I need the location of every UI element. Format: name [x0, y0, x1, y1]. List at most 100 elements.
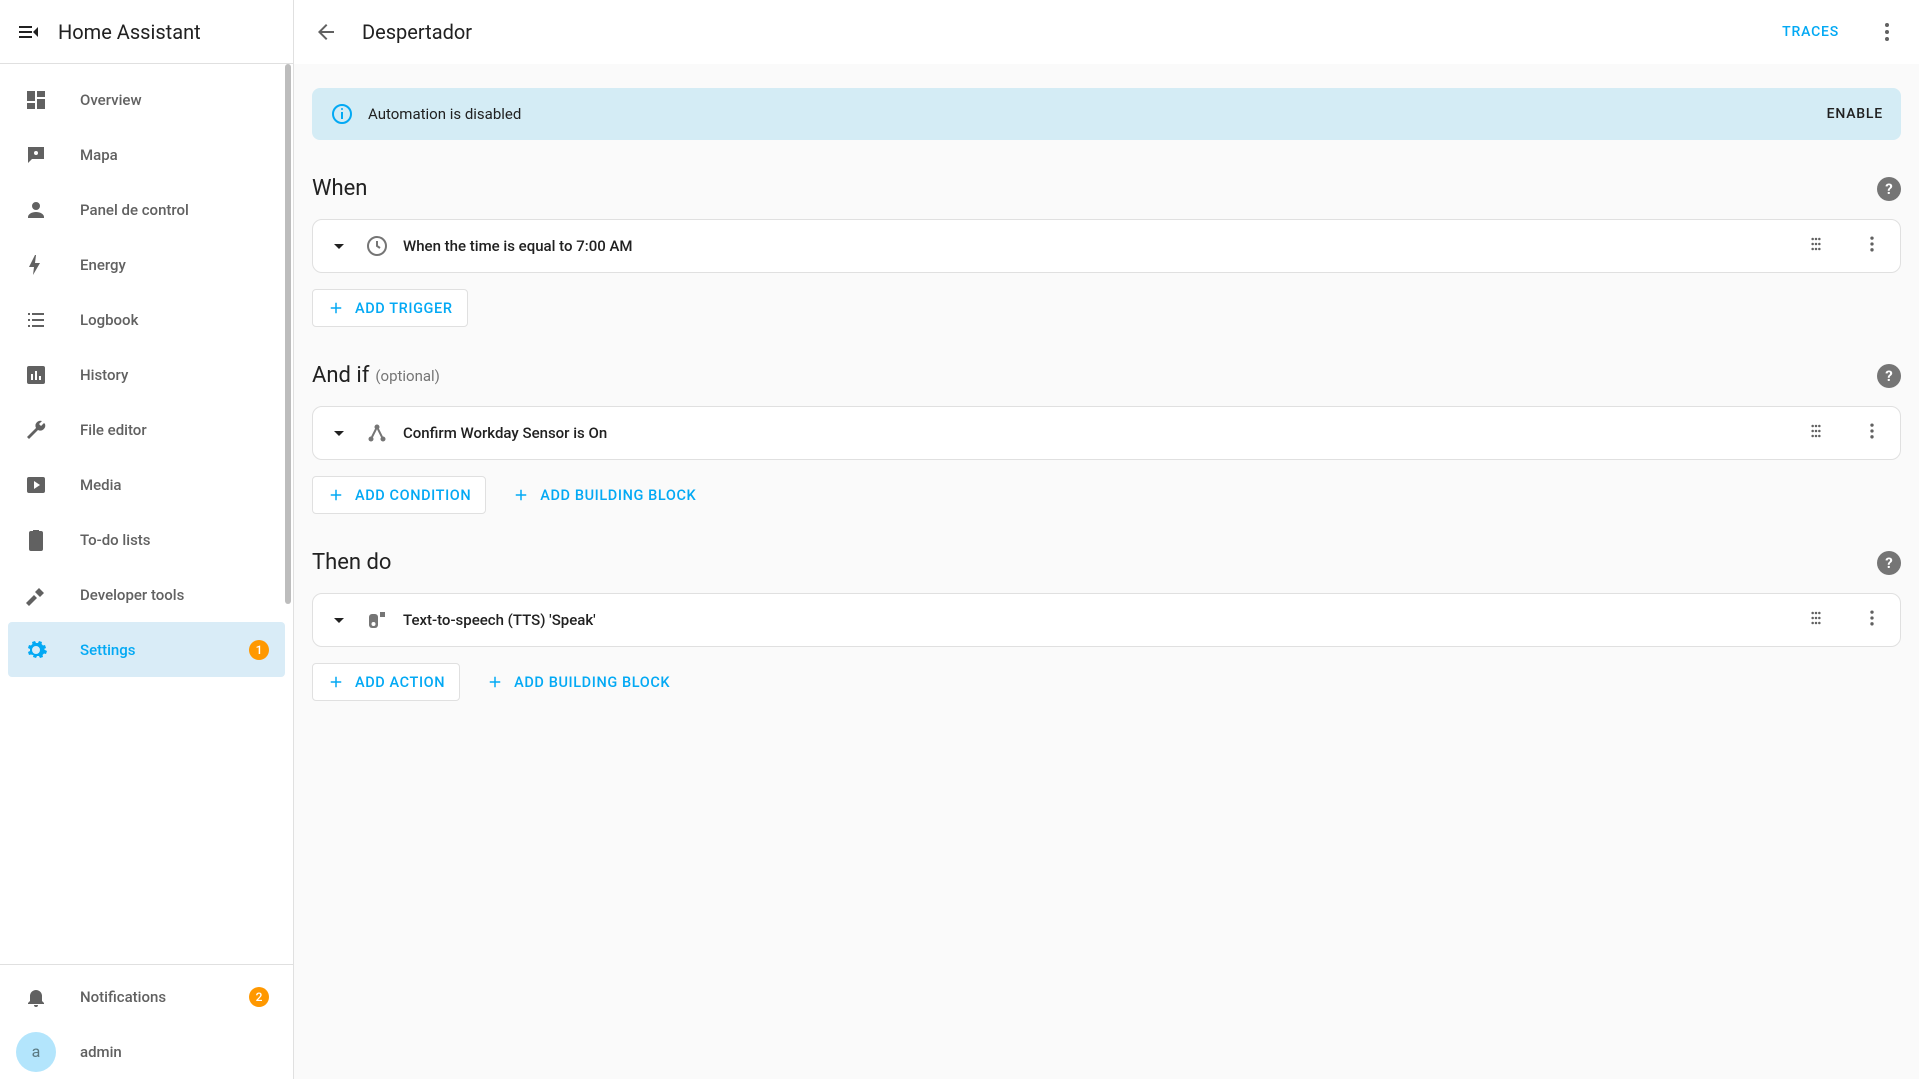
sidebar-item-history[interactable]: History: [8, 347, 285, 402]
sidebar-item-notifications[interactable]: Notifications 2: [8, 969, 285, 1024]
sidebar-item-label: Developer tools: [80, 586, 269, 604]
sidebar-item-logbook[interactable]: Logbook: [8, 292, 285, 347]
main: Despertador TRACES Automation is disable…: [294, 0, 1919, 1079]
user-label: admin: [80, 1043, 269, 1061]
person-icon: [24, 198, 48, 222]
sidebar-item-mapa[interactable]: Mapa: [8, 127, 285, 182]
button-row: ADD ACTION ADD BUILDING BLOCK: [312, 663, 1901, 701]
sidebar-footer: Notifications 2 a admin: [0, 964, 293, 1079]
section-title: And if: [312, 363, 369, 388]
banner-text: Automation is disabled: [368, 105, 1813, 123]
condition-card: Confirm Workday Sensor is On: [312, 406, 1901, 460]
section-header: When ?: [312, 176, 1901, 201]
section-andif: And if (optional) ? Confirm Workday Sens…: [312, 363, 1901, 514]
sidebar-item-label: File editor: [80, 421, 269, 439]
back-icon[interactable]: [314, 20, 338, 44]
help-icon[interactable]: ?: [1877, 364, 1901, 388]
wrench-icon: [24, 418, 48, 442]
sidebar-item-label: Media: [80, 476, 269, 494]
main-header: Despertador TRACES: [294, 0, 1919, 64]
main-content: Automation is disabled ENABLE When ? Whe…: [294, 64, 1919, 1079]
sidebar-item-todo[interactable]: To-do lists: [8, 512, 285, 567]
chart-icon: [24, 363, 48, 387]
sidebar-item-overview[interactable]: Overview: [8, 72, 285, 127]
add-building-block-button[interactable]: ADD BUILDING BLOCK: [498, 476, 710, 514]
sidebar-item-file-editor[interactable]: File editor: [8, 402, 285, 457]
drag-handle-icon[interactable]: [1806, 421, 1830, 445]
button-row: ADD TRIGGER: [312, 289, 1901, 327]
sidebar-item-label: Overview: [80, 91, 269, 109]
map-marker-icon: [24, 143, 48, 167]
help-icon[interactable]: ?: [1877, 177, 1901, 201]
gear-icon: [24, 638, 48, 662]
traces-link[interactable]: TRACES: [1782, 24, 1839, 40]
app-title: Home Assistant: [58, 20, 201, 44]
play-box-icon: [24, 473, 48, 497]
plus-icon: [327, 673, 345, 691]
add-condition-button[interactable]: ADD CONDITION: [312, 476, 486, 514]
section-thendo: Then do ? Text-to-speech (TTS) 'Speak' A…: [312, 550, 1901, 701]
condition-label: Confirm Workday Sensor is On: [403, 424, 1774, 442]
menu-collapse-icon[interactable]: [16, 20, 40, 44]
trigger-card: When the time is equal to 7:00 AM: [312, 219, 1901, 273]
sidebar-item-label: Settings: [80, 641, 217, 659]
plus-icon: [512, 486, 530, 504]
sidebar-item-settings[interactable]: Settings 1: [8, 622, 285, 677]
sidebar-item-energy[interactable]: Energy: [8, 237, 285, 292]
plus-icon: [327, 486, 345, 504]
button-row: ADD CONDITION ADD BUILDING BLOCK: [312, 476, 1901, 514]
sidebar-item-developer[interactable]: Developer tools: [8, 567, 285, 622]
sidebar-item-user[interactable]: a admin: [8, 1024, 285, 1079]
dashboard-icon: [24, 88, 48, 112]
clipboard-icon: [24, 528, 48, 552]
chevron-down-icon[interactable]: [327, 234, 351, 258]
chevron-down-icon[interactable]: [327, 421, 351, 445]
enable-button[interactable]: ENABLE: [1827, 106, 1883, 122]
info-icon: [330, 102, 354, 126]
bolt-icon: [24, 253, 48, 277]
drag-handle-icon[interactable]: [1806, 234, 1830, 258]
add-trigger-button[interactable]: ADD TRIGGER: [312, 289, 468, 327]
page-title: Despertador: [362, 20, 1758, 44]
action-card: Text-to-speech (TTS) 'Speak': [312, 593, 1901, 647]
help-icon[interactable]: ?: [1877, 551, 1901, 575]
sidebar-item-label: Logbook: [80, 311, 269, 329]
drag-handle-icon[interactable]: [1806, 608, 1830, 632]
action-label: Text-to-speech (TTS) 'Speak': [403, 611, 1774, 629]
button-label: ADD ACTION: [355, 674, 445, 691]
section-header: And if (optional) ?: [312, 363, 1901, 388]
add-building-block-button[interactable]: ADD BUILDING BLOCK: [472, 663, 684, 701]
more-icon[interactable]: [1862, 608, 1886, 632]
clock-icon: [365, 234, 389, 258]
badge: 2: [249, 987, 269, 1007]
sidebar-item-label: To-do lists: [80, 531, 269, 549]
section-when: When ? When the time is equal to 7:00 AM…: [312, 176, 1901, 327]
section-title: When: [312, 176, 367, 201]
chevron-down-icon[interactable]: [327, 608, 351, 632]
sidebar-item-media[interactable]: Media: [8, 457, 285, 512]
info-banner: Automation is disabled ENABLE: [312, 88, 1901, 140]
more-icon[interactable]: [1862, 234, 1886, 258]
plus-icon: [327, 299, 345, 317]
more-icon[interactable]: [1862, 421, 1886, 445]
bell-icon: [24, 985, 48, 1009]
sidebar-item-label: Mapa: [80, 146, 269, 164]
button-label: ADD BUILDING BLOCK: [514, 674, 670, 691]
hammer-icon: [24, 583, 48, 607]
badge: 1: [249, 640, 269, 660]
plus-icon: [486, 673, 504, 691]
scrollbar[interactable]: [283, 64, 291, 964]
button-label: ADD TRIGGER: [355, 300, 453, 317]
sidebar-item-label: Panel de control: [80, 201, 269, 219]
sidebar-item-panel[interactable]: Panel de control: [8, 182, 285, 237]
sidebar-item-label: History: [80, 366, 269, 384]
sidebar-item-label: Energy: [80, 256, 269, 274]
trigger-label: When the time is equal to 7:00 AM: [403, 237, 1774, 255]
sidebar-nav: Overview Mapa Panel de control Energy Lo…: [0, 64, 293, 964]
more-icon[interactable]: [1875, 20, 1899, 44]
state-icon: [365, 421, 389, 445]
sidebar-header: Home Assistant: [0, 0, 293, 64]
button-label: ADD BUILDING BLOCK: [540, 487, 696, 504]
sidebar-item-label: Notifications: [80, 988, 217, 1006]
add-action-button[interactable]: ADD ACTION: [312, 663, 460, 701]
